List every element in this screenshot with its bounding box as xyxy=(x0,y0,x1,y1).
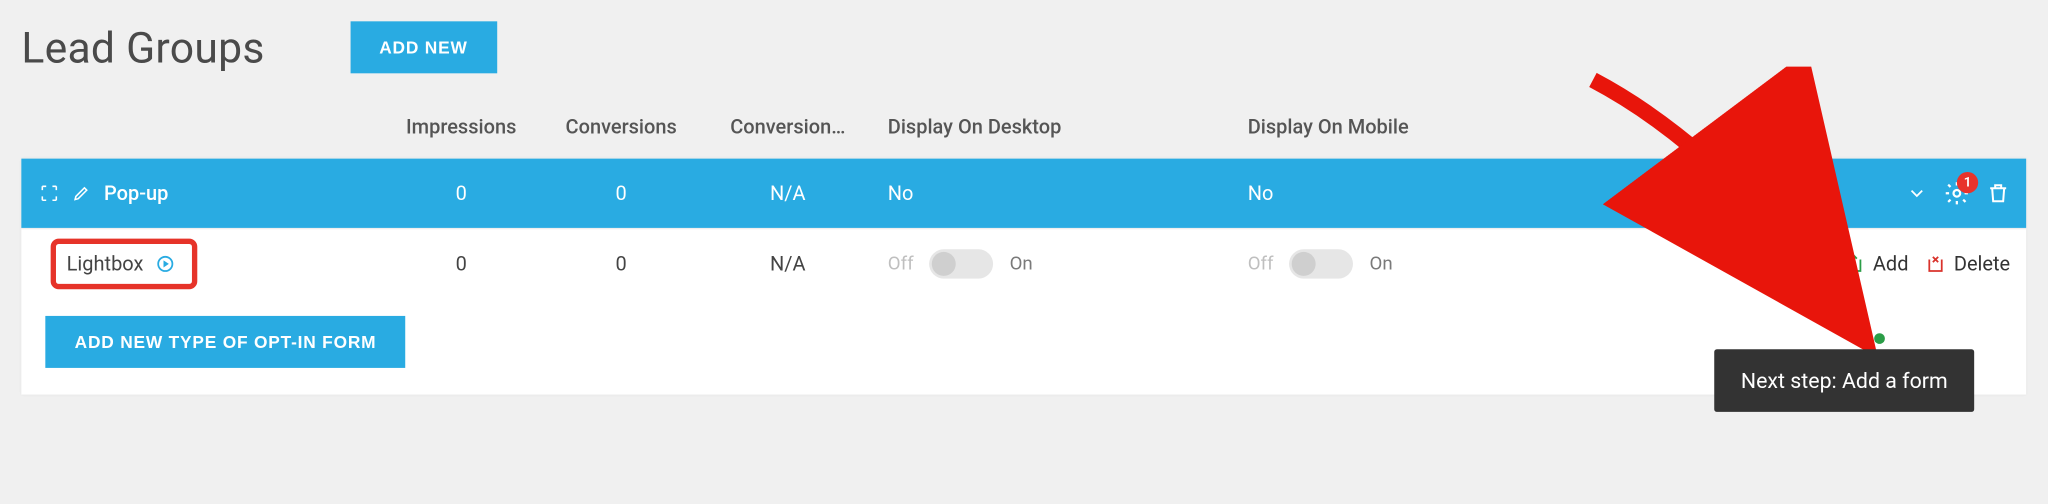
trash-icon[interactable] xyxy=(1986,181,2010,205)
desktop-toggle-on-label: On xyxy=(1010,253,1033,274)
desktop-toggle-off-label: Off xyxy=(888,253,914,274)
col-impressions: Impressions xyxy=(381,115,541,139)
col-display-desktop: Display On Desktop xyxy=(874,115,1234,139)
delete-button[interactable]: Delete xyxy=(1924,251,2010,275)
settings-badge: 1 xyxy=(1957,172,1978,193)
next-step-tooltip: Next step: Add a form xyxy=(1714,349,1974,412)
group-conversion-rate: N/A xyxy=(701,181,874,205)
play-circle-icon[interactable] xyxy=(154,253,175,274)
columns-header: Impressions Conversions Conversion… Disp… xyxy=(21,95,2026,159)
col-display-mobile: Display On Mobile xyxy=(1234,115,1594,139)
group-display-desktop: No xyxy=(874,181,1234,205)
chevron-down-icon[interactable] xyxy=(1906,183,1927,204)
group-name: Pop-up xyxy=(104,181,168,205)
desktop-toggle[interactable] xyxy=(930,249,994,278)
form-name[interactable]: Lightbox xyxy=(67,251,144,275)
form-conversion-rate: N/A xyxy=(701,251,874,275)
col-conversion-rate: Conversion… xyxy=(701,115,874,139)
edit-icon[interactable] xyxy=(72,184,91,203)
mobile-toggle-on-label: On xyxy=(1369,253,1392,274)
delete-button-label: Delete xyxy=(1954,251,2010,275)
page-title: Lead Groups xyxy=(21,22,264,73)
mobile-toggle[interactable] xyxy=(1290,249,1354,278)
form-row: Lightbox 0 0 N/A Off On Off xyxy=(21,228,2026,297)
add-new-form-type-button[interactable]: ADD NEW TYPE OF OPT-IN FORM xyxy=(45,316,405,368)
group-row[interactable]: Pop-up 0 0 N/A No No 1 xyxy=(21,159,2026,228)
highlight-annotation: Lightbox xyxy=(51,238,197,289)
col-conversions: Conversions xyxy=(541,115,701,139)
group-display-mobile: No xyxy=(1234,181,1594,205)
form-impressions: 0 xyxy=(381,251,541,275)
add-button[interactable]: Add xyxy=(1844,251,1909,275)
mobile-toggle-off-label: Off xyxy=(1248,253,1274,274)
add-new-button[interactable]: ADD NEW xyxy=(350,21,497,73)
group-impressions: 0 xyxy=(381,181,541,205)
expand-icon[interactable] xyxy=(40,184,59,203)
form-conversions: 0 xyxy=(541,251,701,275)
group-conversions: 0 xyxy=(541,181,701,205)
add-button-label: Add xyxy=(1873,251,1909,275)
